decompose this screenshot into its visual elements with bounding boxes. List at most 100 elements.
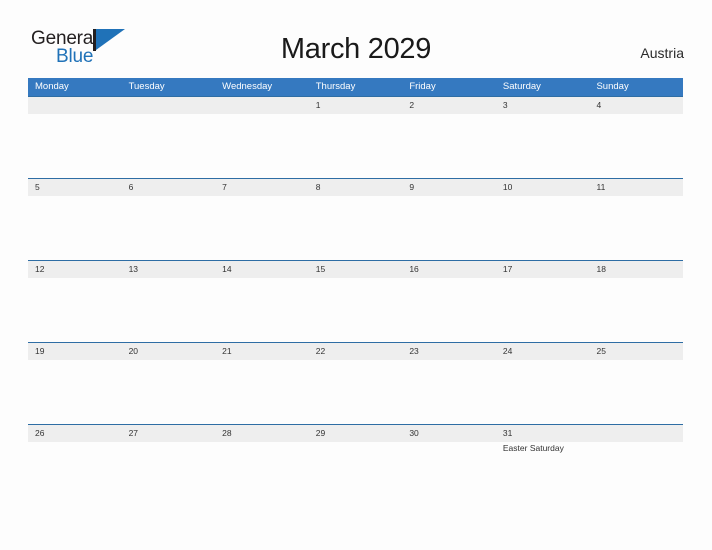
week-event-strip [28,360,683,424]
week-date-strip: 5 6 7 8 9 10 11 [28,179,683,196]
day-number[interactable]: 4 [589,97,683,114]
day-events-cell[interactable] [215,278,309,342]
day-events-cell[interactable]: Easter Saturday [496,442,590,506]
day-number[interactable] [122,97,216,114]
calendar-week-row: 12 13 14 15 16 17 18 [28,260,683,342]
day-events-cell[interactable] [28,114,122,178]
day-events-cell[interactable] [215,196,309,260]
weekday-header-saturday: Saturday [502,81,541,92]
day-events-cell[interactable] [496,196,590,260]
day-events-cell[interactable] [122,196,216,260]
day-events-cell[interactable] [589,196,683,260]
week-date-strip: 12 13 14 15 16 17 18 [28,261,683,278]
day-events-cell[interactable] [589,442,683,506]
week-event-strip: Easter Saturday [28,442,683,506]
day-number[interactable]: 12 [28,261,122,278]
day-number[interactable]: 16 [402,261,496,278]
holiday-event-label: Easter Saturday [502,443,564,453]
calendar-week-row: 19 20 21 22 23 24 25 [28,342,683,424]
day-events-cell[interactable] [28,278,122,342]
day-events-cell[interactable] [589,114,683,178]
day-number[interactable]: 28 [215,425,309,442]
week-event-strip [28,278,683,342]
day-events-cell[interactable] [589,360,683,424]
day-events-cell[interactable] [122,442,216,506]
day-number[interactable]: 9 [402,179,496,196]
week-date-strip: 1234 [28,97,683,114]
calendar-week-row: 1234 [28,96,683,178]
day-number[interactable]: 8 [309,179,403,196]
page-title: March 2029 [280,33,432,65]
weekday-header-sunday: Sunday [596,81,629,92]
day-events-cell[interactable] [122,114,216,178]
day-number[interactable]: 20 [122,343,216,360]
day-events-cell[interactable] [215,360,309,424]
day-number[interactable]: 2 [402,97,496,114]
day-events-cell[interactable] [28,196,122,260]
day-number[interactable]: 13 [122,261,216,278]
calendar-weeks: 1 2 3 4 5 6 7 8 9 10 11 12 13 14 15 16 17 18 19 20 21 22 23 24 2… [28,96,683,506]
day-events-cell[interactable] [122,360,216,424]
weekday-header-row: Monday Tuesday Wednesday Thursday Friday… [28,78,683,96]
day-events-cell[interactable] [309,114,403,178]
day-events-cell[interactable] [28,360,122,424]
day-events-cell[interactable] [402,360,496,424]
day-events-cell[interactable] [496,360,590,424]
day-events-cell[interactable] [215,114,309,178]
day-number[interactable]: 3 [496,97,590,114]
day-events-cell[interactable] [309,442,403,506]
day-number[interactable]: 7 [215,179,309,196]
day-number[interactable]: 11 [589,179,683,196]
country-label: Austria [640,45,684,61]
calendar-week-row: 26 27 28 29 30 31 Easter Saturday [28,424,683,506]
day-number[interactable]: 1 [309,97,403,114]
day-number[interactable] [28,97,122,114]
day-number[interactable]: 17 [496,261,590,278]
day-number[interactable]: 29 [309,425,403,442]
day-number[interactable]: 23 [402,343,496,360]
calendar-week-row: 5 6 7 8 9 10 11 [28,178,683,260]
page-header: General Blue March 2029 Austria [0,0,712,67]
day-number[interactable]: 22 [309,343,403,360]
day-events-cell[interactable] [309,278,403,342]
day-events-cell[interactable] [402,278,496,342]
day-events-cell[interactable] [496,278,590,342]
day-number[interactable]: 10 [496,179,590,196]
day-number[interactable]: 6 [122,179,216,196]
week-date-strip: 19 20 21 22 23 24 25 [28,343,683,360]
day-events-cell[interactable] [28,442,122,506]
weekday-header-thursday: Thursday [315,81,356,92]
calendar-page: General Blue March 2029 Austria Monday T… [0,0,712,550]
day-events-cell[interactable] [589,278,683,342]
day-number[interactable]: 21 [215,343,309,360]
day-events-cell[interactable] [496,114,590,178]
day-number[interactable]: 19 [28,343,122,360]
weekday-header-monday: Monday [35,81,69,92]
day-number[interactable]: 26 [28,425,122,442]
day-number[interactable]: 14 [215,261,309,278]
day-number[interactable] [589,425,683,442]
week-event-strip [28,114,683,178]
day-number[interactable]: 27 [122,425,216,442]
weekday-header-wednesday: Wednesday [222,81,273,92]
day-events-cell[interactable] [215,442,309,506]
day-events-cell[interactable] [309,360,403,424]
day-number[interactable] [215,97,309,114]
day-number[interactable]: 31 [496,425,590,442]
weekday-header-friday: Friday [409,81,436,92]
week-event-strip [28,196,683,260]
day-events-cell[interactable] [402,196,496,260]
week-date-strip: 26 27 28 29 30 31 [28,425,683,442]
day-number[interactable]: 5 [28,179,122,196]
day-events-cell[interactable] [122,278,216,342]
day-number[interactable]: 15 [309,261,403,278]
day-number[interactable]: 18 [589,261,683,278]
day-number[interactable]: 25 [589,343,683,360]
calendar-grid: Monday Tuesday Wednesday Thursday Friday… [28,78,683,506]
day-events-cell[interactable] [402,442,496,506]
day-number[interactable]: 30 [402,425,496,442]
day-events-cell[interactable] [402,114,496,178]
day-number[interactable]: 24 [496,343,590,360]
day-events-cell[interactable] [309,196,403,260]
weekday-header-tuesday: Tuesday [128,81,165,92]
